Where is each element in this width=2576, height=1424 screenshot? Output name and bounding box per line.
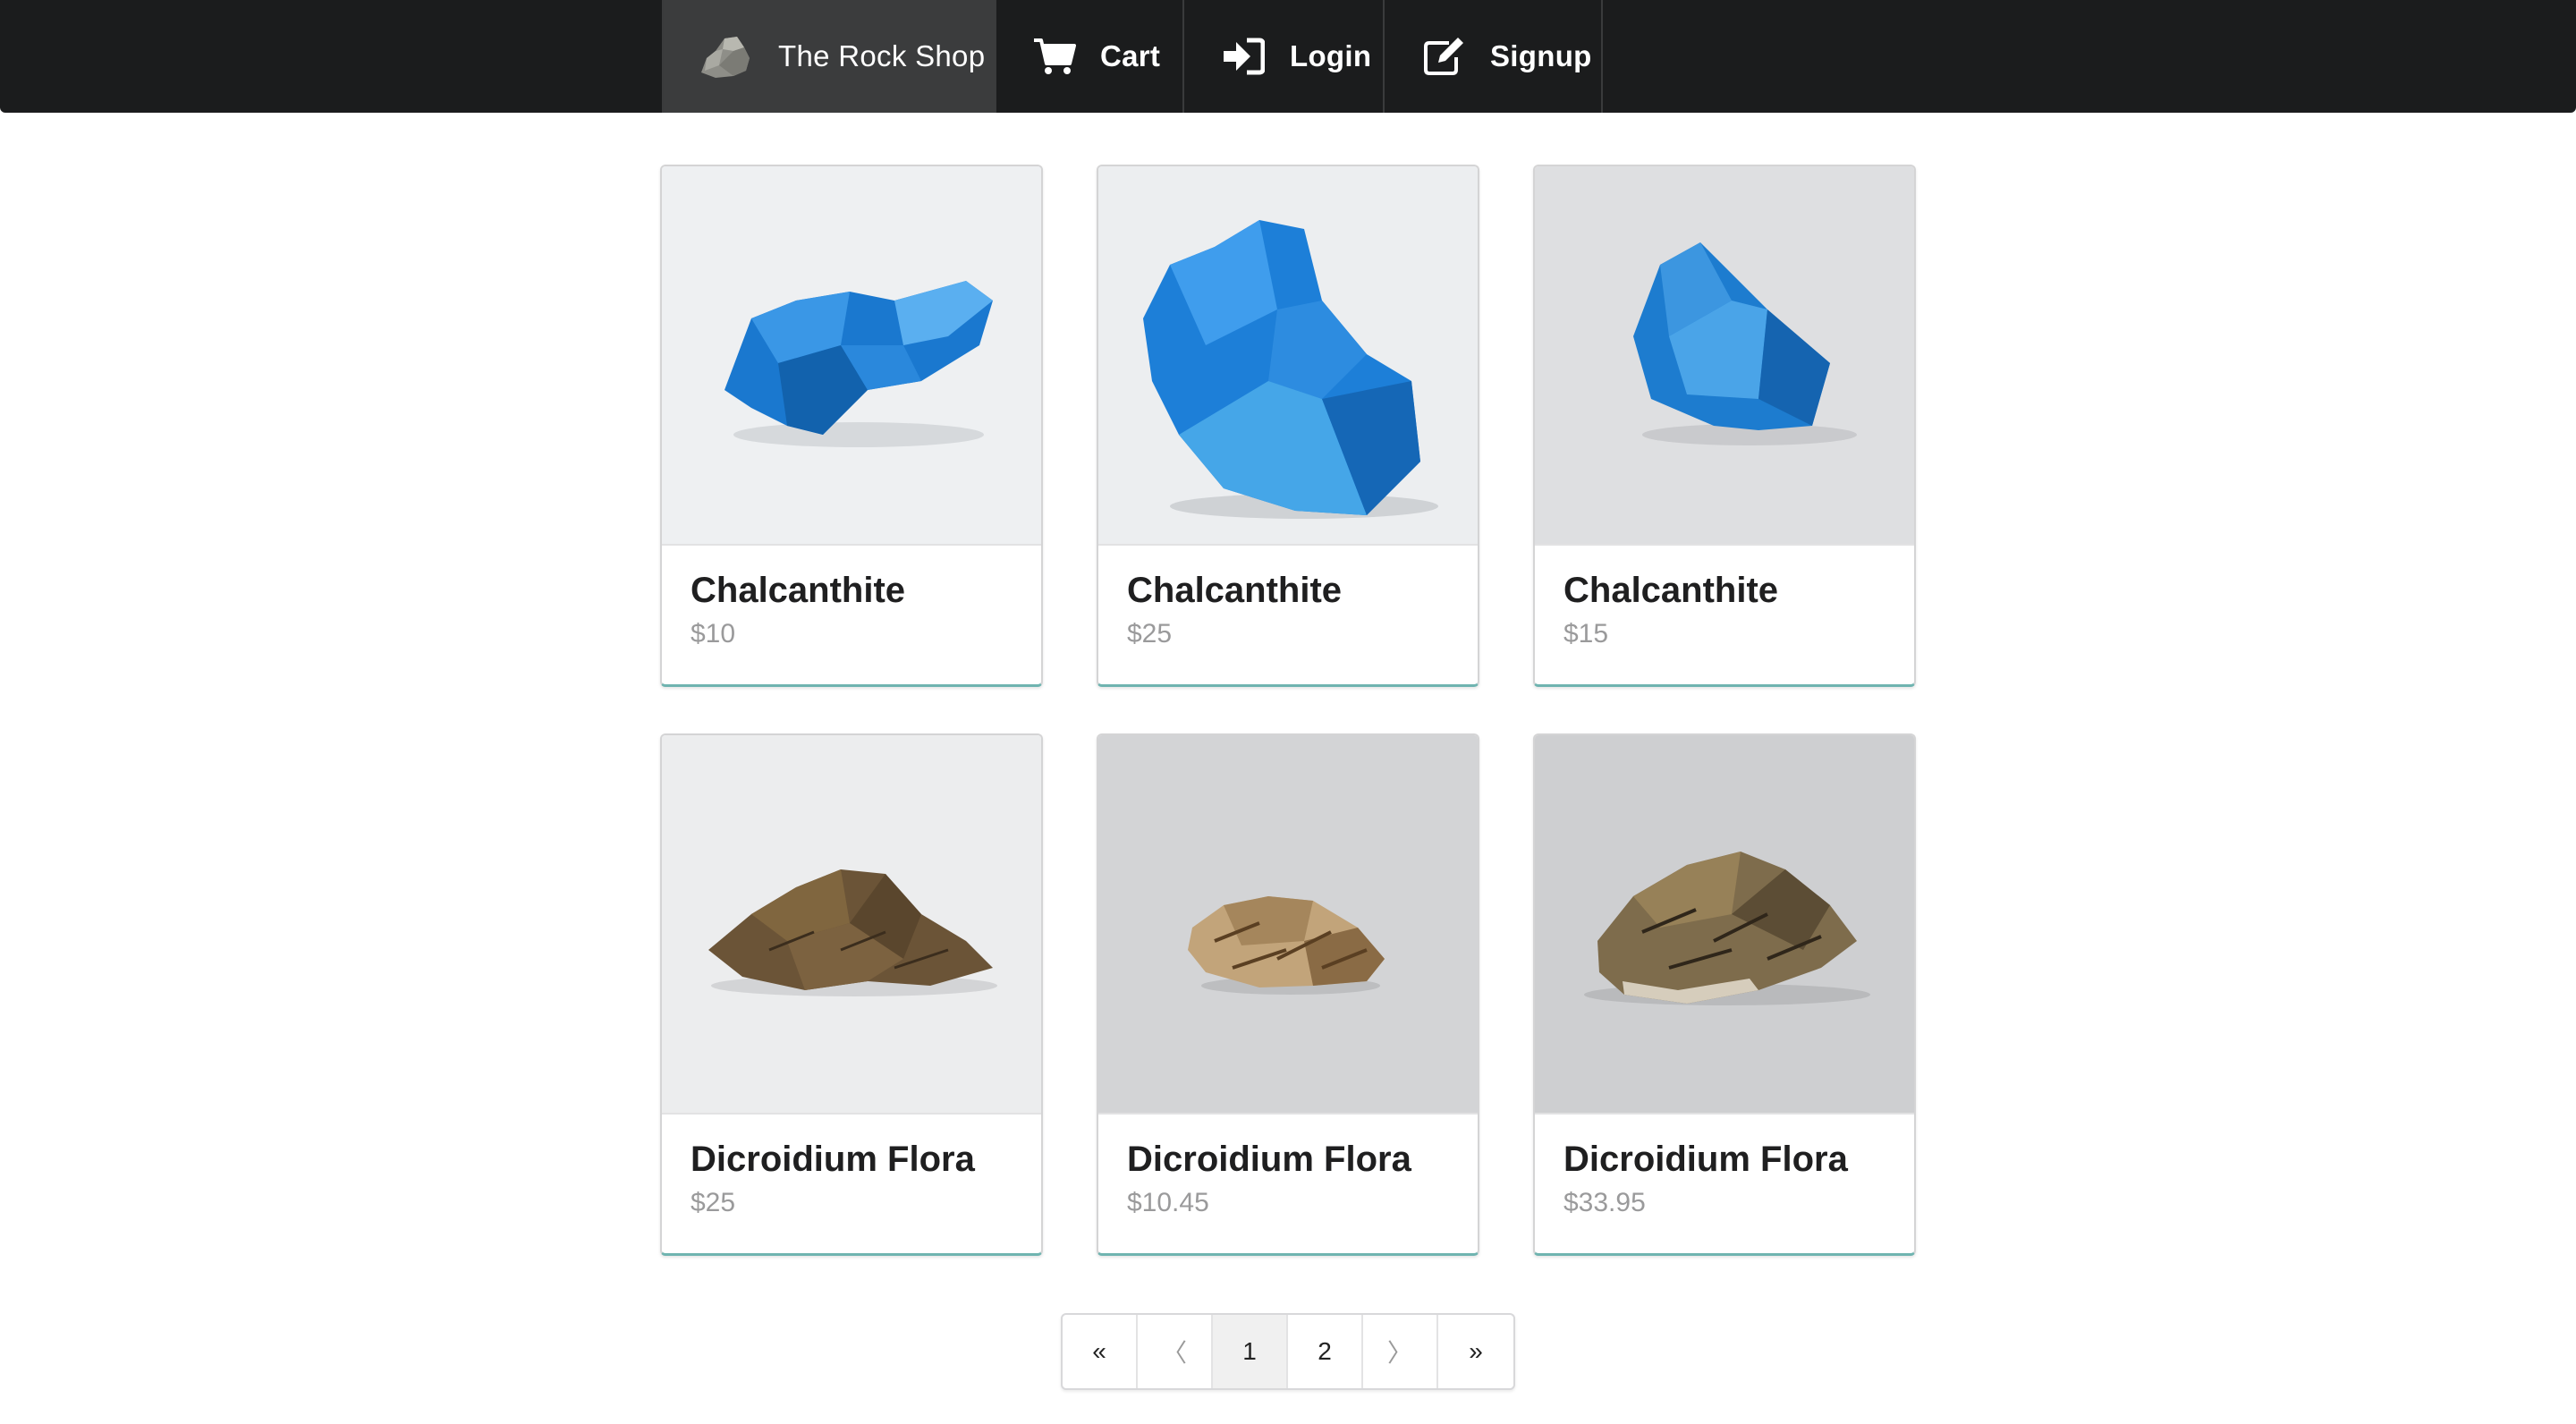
previous-page-button[interactable]: 〈: [1138, 1315, 1213, 1388]
signup-link[interactable]: Signup: [1385, 0, 1603, 113]
product-image: [662, 166, 1041, 546]
next-page-button[interactable]: 〉: [1363, 1315, 1438, 1388]
product-name: Dicroidium Flora: [1563, 1140, 1848, 1179]
cart-link[interactable]: Cart: [996, 0, 1184, 113]
sign-in-icon: [1222, 37, 1265, 76]
product-price: $25: [1127, 619, 1173, 648]
brand-link[interactable]: The Rock Shop: [662, 0, 996, 113]
product-price: $25: [691, 1188, 736, 1217]
product-card[interactable]: Chalcanthite $25: [1097, 165, 1479, 687]
product-price: $10.45: [1127, 1188, 1209, 1217]
login-label: Login: [1290, 39, 1372, 72]
product-name: Chalcanthite: [1563, 571, 1779, 610]
cart-label: Cart: [1100, 39, 1161, 72]
edit-icon: [1422, 36, 1467, 77]
product-card[interactable]: Chalcanthite $15: [1533, 165, 1916, 687]
product-name: Chalcanthite: [1127, 571, 1343, 610]
product-price: $15: [1563, 619, 1609, 648]
product-image: [1098, 166, 1478, 546]
product-name: Dicroidium Flora: [691, 1140, 975, 1179]
login-link[interactable]: Login: [1184, 0, 1385, 113]
pagination: « 〈 1 2 〉 »: [1061, 1313, 1515, 1390]
first-page-button[interactable]: «: [1063, 1315, 1138, 1388]
nav-menu: The Rock Shop Cart Login Signup: [662, 0, 1603, 113]
product-price: $10: [691, 619, 736, 648]
product-card[interactable]: Dicroidium Flora $33.95: [1533, 733, 1916, 1256]
page-1-button[interactable]: 1: [1213, 1315, 1288, 1388]
rock-logo-icon: [698, 31, 753, 81]
product-card[interactable]: Chalcanthite $10: [660, 165, 1043, 687]
product-price: $33.95: [1563, 1188, 1646, 1217]
product-name: Dicroidium Flora: [1127, 1140, 1411, 1179]
product-image: [1098, 735, 1478, 1115]
page-2-button[interactable]: 2: [1288, 1315, 1363, 1388]
product-image: [1535, 735, 1914, 1115]
product-name: Chalcanthite: [691, 571, 906, 610]
product-image: [1535, 166, 1914, 546]
brand-label: The Rock Shop: [778, 39, 986, 72]
last-page-button[interactable]: »: [1438, 1315, 1513, 1388]
cart-icon: [1032, 37, 1077, 76]
product-card[interactable]: Dicroidium Flora $10.45: [1097, 733, 1479, 1256]
product-image: [662, 735, 1041, 1115]
signup-label: Signup: [1490, 39, 1592, 72]
product-card[interactable]: Dicroidium Flora $25: [660, 733, 1043, 1256]
top-navbar: The Rock Shop Cart Login Signup: [0, 0, 2576, 113]
